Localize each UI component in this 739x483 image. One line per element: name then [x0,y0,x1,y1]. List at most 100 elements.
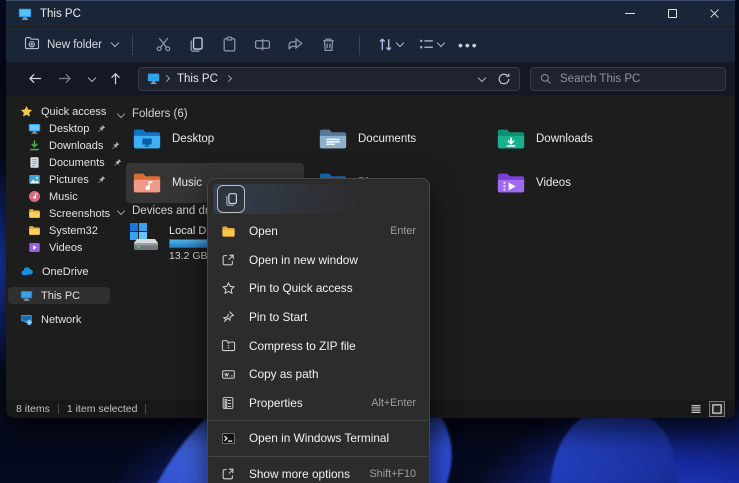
sidebar-item-quick-access[interactable]: Quick access [8,103,110,120]
copy-icon [224,192,239,207]
desktop-folder-icon [132,124,162,154]
breadcrumb-chevron-icon [163,75,170,82]
up-icon[interactable] [109,72,122,86]
copy-button[interactable] [180,36,213,53]
music-folder-icon [132,168,162,198]
collapse-chevron-icon [117,207,125,215]
videos-icon [28,241,41,254]
sidebar-item-screenshots[interactable]: Screenshots [8,205,110,222]
title-bar[interactable]: This PC [6,0,735,26]
rename-button[interactable] [246,36,279,53]
large-icons-view-button[interactable] [709,401,725,417]
sidebar-item-system32[interactable]: System32 [8,222,110,239]
menu-item-label: Compress to ZIP file [249,339,356,353]
toolbar-divider [359,35,360,55]
pin-icon [111,141,120,150]
sidebar-item-label: OneDrive [42,266,88,278]
menu-item-open-windows-terminal[interactable]: Open in Windows Terminal [208,424,429,453]
sidebar-item-videos[interactable]: Videos [8,239,110,256]
folder-icon [28,207,41,220]
star-icon [20,105,33,118]
share-icon [287,36,304,53]
folder-icon [28,224,41,237]
sidebar-item-onedrive[interactable]: OneDrive [8,263,110,280]
chevron-down-icon [111,39,119,47]
desktop-icon [28,122,41,135]
downloads-icon [28,139,41,152]
this-pc-monitor-icon [18,7,32,21]
sort-icon [377,36,394,53]
menu-item-show-more-options[interactable]: Show more options Shift+F10 [208,460,429,483]
menu-item-compress-zip[interactable]: Compress to ZIP file [208,331,429,360]
recent-locations-chevron-icon[interactable] [88,73,96,81]
menu-item-properties[interactable]: Properties Alt+Enter [208,389,429,418]
address-dropdown-chevron-icon[interactable] [478,73,486,81]
folder-tile-label: Documents [358,133,416,145]
sidebar-item-downloads[interactable]: Downloads [8,137,110,154]
pin-icon [113,158,122,167]
documents-folder-icon [318,124,348,154]
sidebar-item-label: System32 [49,225,98,237]
cut-button[interactable] [147,36,180,53]
large-icons-view-icon [711,403,723,415]
folder-tile-downloads[interactable]: Downloads [490,119,668,159]
menu-item-label: Copy as path [249,367,319,381]
copy-path-icon [220,366,236,382]
collapse-chevron-icon [117,110,125,118]
search-input[interactable]: Search This PC [530,67,726,91]
pictures-icon [28,173,41,186]
sidebar-item-documents[interactable]: Documents [8,154,110,171]
delete-button[interactable] [312,36,345,53]
sidebar-item-desktop[interactable]: Desktop [8,120,110,137]
menu-item-open[interactable]: Open Enter [208,217,429,246]
folder-tile-desktop[interactable]: Desktop [126,119,304,159]
folder-tile-documents[interactable]: Documents [312,119,490,159]
close-button[interactable] [693,1,735,26]
maximize-button[interactable] [651,1,693,26]
zip-icon [220,338,236,354]
sidebar-item-this-pc[interactable]: This PC [8,287,110,304]
sidebar-item-network[interactable]: Network [8,311,110,328]
paste-button[interactable] [213,36,246,53]
copy-icon [188,36,205,53]
details-view-button[interactable] [689,402,703,416]
minimize-button[interactable] [609,1,651,26]
breadcrumb[interactable]: This PC [177,73,218,85]
menu-item-copy-as-path[interactable]: Copy as path [208,360,429,389]
toolbar-divider [132,35,133,55]
new-folder-button[interactable]: New folder [24,35,118,54]
sidebar-item-music[interactable]: Music [8,188,110,205]
menu-item-pin-quick-access[interactable]: Pin to Quick access [208,274,429,303]
folder-tile-label: Desktop [172,133,214,145]
refresh-icon[interactable] [497,72,511,86]
menu-item-label: Show more options [249,467,350,481]
menu-item-label: Open [249,224,278,238]
menu-item-open-new-window[interactable]: Open in new window [208,246,429,275]
menu-item-label: Open in new window [249,253,358,267]
menu-item-label: Open in Windows Terminal [249,431,389,445]
copy-quick-action[interactable] [217,185,245,213]
terminal-icon [220,430,236,446]
paste-icon [221,36,238,53]
music-icon [28,190,41,203]
menu-item-pin-to-start[interactable]: Pin to Start [208,303,429,332]
forward-icon[interactable] [57,72,72,85]
open-new-window-icon [220,252,236,268]
sidebar-item-pictures[interactable]: Pictures [8,171,110,188]
view-button[interactable] [415,36,448,53]
address-bar[interactable]: This PC [138,67,520,91]
sort-button[interactable] [374,36,407,53]
folder-tile-videos[interactable]: Videos [490,163,668,203]
item-count: 8 items [16,403,50,415]
menu-separator [209,456,428,457]
share-button[interactable] [279,36,312,53]
more-options-button[interactable]: ••• [458,37,479,53]
back-icon[interactable] [28,72,43,85]
sidebar-item-label: Network [41,314,81,326]
desktop: This PC New folder [0,0,739,483]
folder-tile-label: Downloads [536,133,593,145]
pin-quick-access-icon [220,280,236,296]
downloads-folder-icon [496,124,526,154]
sidebar-item-label: Videos [49,242,82,254]
this-pc-icon [20,289,33,302]
